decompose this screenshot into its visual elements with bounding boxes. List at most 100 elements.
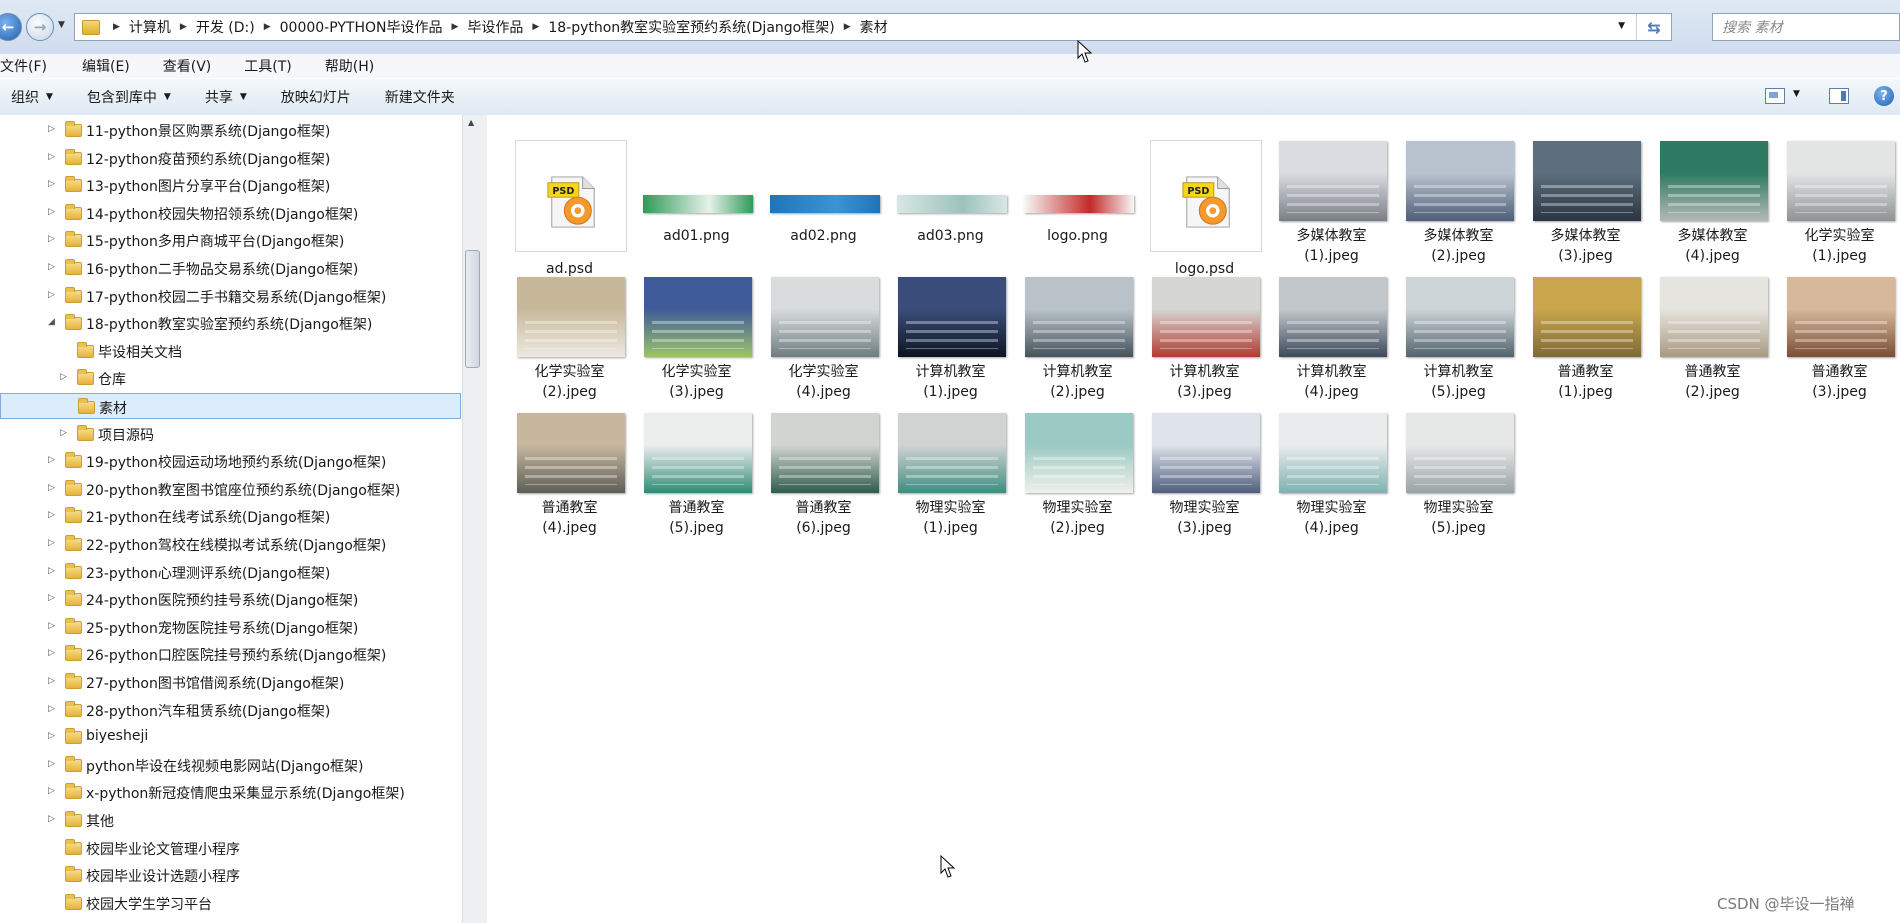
expand-arrow-icon[interactable]: ▷ xyxy=(48,483,55,493)
tree-item[interactable]: ▷ 19-python校园运动场地预约系统(Django框架) xyxy=(0,448,460,474)
photo-file[interactable]: 计算机教室 (1).jpeg xyxy=(887,263,1014,400)
menu-item[interactable]: 工具(T) xyxy=(244,56,299,76)
tree-item[interactable]: ▷ 25-python宠物医院挂号系统(Django框架) xyxy=(0,614,460,640)
photo-file[interactable]: 物理实验室 (3).jpeg xyxy=(1141,399,1268,536)
photo-file[interactable]: 化学实验室 (2).jpeg xyxy=(506,263,633,400)
tree-item[interactable]: 校园毕业论文管理小程序 xyxy=(0,835,460,861)
photo-file[interactable]: 普通教室 (5).jpeg xyxy=(633,399,760,536)
photo-file[interactable]: 普通教室 (6).jpeg xyxy=(760,399,887,536)
tree-item[interactable]: ▷ python毕设在线视频电影网站(Django框架) xyxy=(0,752,460,778)
photo-file[interactable]: 多媒体教室 (1).jpeg xyxy=(1268,127,1395,264)
scroll-up-icon[interactable]: ▲ xyxy=(468,118,474,127)
tree-item[interactable]: ▷ 16-python二手物品交易系统(Django框架) xyxy=(0,255,460,281)
tree-item[interactable]: ▷ 20-python教室图书馆座位预约系统(Django框架) xyxy=(0,476,460,502)
expand-arrow-icon[interactable]: ▷ xyxy=(48,786,55,796)
chevron-right-icon[interactable]: ▶ xyxy=(452,22,459,32)
toolbar-button[interactable]: 共享 ▼ xyxy=(205,87,247,107)
expand-arrow-icon[interactable]: ▷ xyxy=(60,428,67,438)
tree-item[interactable]: ▷ 13-python图片分享平台(Django框架) xyxy=(0,172,460,198)
back-button[interactable]: ← xyxy=(0,13,22,41)
image-file[interactable]: ad02.png xyxy=(760,127,887,257)
toolbar-button[interactable]: 组织 ▼ xyxy=(11,87,53,107)
menu-item[interactable]: 编辑(E) xyxy=(82,56,138,76)
scrollbar-thumb[interactable] xyxy=(465,250,480,368)
photo-file[interactable]: 普通教室 (1).jpeg xyxy=(1522,263,1649,400)
preview-pane-button[interactable] xyxy=(1829,88,1849,104)
expand-arrow-icon[interactable]: ▷ xyxy=(48,262,55,272)
change-view-button[interactable] xyxy=(1765,88,1785,104)
photo-file[interactable]: 化学实验室 (4).jpeg xyxy=(760,263,887,400)
expand-arrow-icon[interactable]: ▷ xyxy=(48,621,55,631)
tree-item[interactable]: ▷ 15-python多用户商城平台(Django框架) xyxy=(0,227,460,253)
chevron-right-icon[interactable]: ▶ xyxy=(180,22,187,32)
photo-file[interactable]: 计算机教室 (3).jpeg xyxy=(1141,263,1268,400)
breadcrumb-item[interactable]: ▶ 计算机 xyxy=(104,17,171,37)
photo-file[interactable]: 多媒体教室 (4).jpeg xyxy=(1649,127,1776,264)
chevron-right-icon[interactable]: ▶ xyxy=(532,22,539,32)
toolbar-button[interactable]: 新建文件夹 xyxy=(385,87,455,107)
expand-arrow-icon[interactable]: ▷ xyxy=(48,124,55,134)
forward-button[interactable]: → xyxy=(26,13,54,41)
expand-arrow-icon[interactable]: ▷ xyxy=(48,179,55,189)
tree-item[interactable]: ▷ 11-python景区购票系统(Django框架) xyxy=(0,117,460,143)
tree-item[interactable]: ▷ 12-python疫苗预约系统(Django框架) xyxy=(0,145,460,171)
photo-file[interactable]: 计算机教室 (4).jpeg xyxy=(1268,263,1395,400)
psd-file[interactable]: PSD ad.psd xyxy=(506,127,633,283)
photo-file[interactable]: 物理实验室 (1).jpeg xyxy=(887,399,1014,536)
photo-file[interactable]: 物理实验室 (4).jpeg xyxy=(1268,399,1395,536)
image-file[interactable]: logo.png xyxy=(1014,127,1141,257)
photo-file[interactable]: 普通教室 (4).jpeg xyxy=(506,399,633,536)
chevron-down-icon[interactable]: ▼ xyxy=(1618,21,1625,31)
breadcrumb-item[interactable]: ▶ 开发 (D:) xyxy=(171,17,255,37)
photo-file[interactable]: 多媒体教室 (2).jpeg xyxy=(1395,127,1522,264)
breadcrumb-item[interactable]: ▶ 18-python教室实验室预约系统(Django框架) xyxy=(523,17,834,37)
refresh-button[interactable]: ⇆ xyxy=(1636,14,1671,40)
expand-arrow-icon[interactable]: ▷ xyxy=(48,704,55,714)
photo-file[interactable]: 物理实验室 (5).jpeg xyxy=(1395,399,1522,536)
chevron-right-icon[interactable]: ▶ xyxy=(844,22,851,32)
chevron-right-icon[interactable]: ▶ xyxy=(113,22,120,32)
expand-arrow-icon[interactable]: ▷ xyxy=(48,510,55,520)
photo-file[interactable]: 物理实验室 (2).jpeg xyxy=(1014,399,1141,536)
tree-item[interactable]: ◢ 18-python教室实验室预约系统(Django框架) xyxy=(0,310,460,336)
expand-arrow-icon[interactable]: ▷ xyxy=(48,234,55,244)
expand-arrow-icon[interactable]: ▷ xyxy=(48,566,55,576)
photo-file[interactable]: 普通教室 (3).jpeg xyxy=(1776,263,1900,400)
tree-item[interactable]: ▷ x-python新冠疫情爬虫采集显示系统(Django框架) xyxy=(0,779,460,805)
toolbar-button[interactable]: 包含到库中 ▼ xyxy=(87,87,171,107)
tree-item[interactable]: 素材 xyxy=(0,393,461,419)
breadcrumb[interactable]: ▶ 计算机 ▶ 开发 (D:) ▶ 00000-PYTHON毕设作品 ▶ 毕设作品 ▶ 18-py… xyxy=(74,13,1672,41)
expand-arrow-icon[interactable]: ▷ xyxy=(48,814,55,824)
tree-item[interactable]: ▷ 26-python口腔医院挂号预约系统(Django框架) xyxy=(0,641,460,667)
breadcrumb-item[interactable]: ▶ 00000-PYTHON毕设作品 xyxy=(255,17,443,37)
tree-item[interactable]: ▷ 17-python校园二手书籍交易系统(Django框架) xyxy=(0,283,460,309)
tree-item[interactable]: 校园毕业设计选题小程序 xyxy=(0,862,460,888)
expand-arrow-icon[interactable]: ▷ xyxy=(48,731,55,741)
image-file[interactable]: ad03.png xyxy=(887,127,1014,257)
view-options-dropdown[interactable]: ▼ xyxy=(1793,89,1800,99)
expand-arrow-icon[interactable]: ▷ xyxy=(48,759,55,769)
breadcrumb-item[interactable]: ▶ 素材 xyxy=(835,17,888,37)
tree-item[interactable]: ▷ 14-python校园失物招领系统(Django框架) xyxy=(0,200,460,226)
tree-item[interactable]: ▷ biyesheji xyxy=(0,724,460,750)
expand-arrow-icon[interactable]: ▷ xyxy=(48,207,55,217)
recent-pages-dropdown[interactable]: ▼ xyxy=(58,20,65,30)
expand-arrow-icon[interactable]: ▷ xyxy=(48,152,55,162)
expand-arrow-icon[interactable]: ▷ xyxy=(48,593,55,603)
tree-item[interactable]: ▷ 24-python医院预约挂号系统(Django框架) xyxy=(0,586,460,612)
tree-item[interactable]: ▷ 仓库 xyxy=(0,365,460,391)
expand-arrow-icon[interactable]: ▷ xyxy=(48,538,55,548)
expanded-arrow-icon[interactable]: ◢ xyxy=(48,317,55,327)
breadcrumb-item[interactable]: ▶ 毕设作品 xyxy=(443,17,524,37)
expand-arrow-icon[interactable]: ▷ xyxy=(48,676,55,686)
tree-item[interactable]: 毕设相关文档 xyxy=(0,338,460,364)
photo-file[interactable]: 计算机教室 (2).jpeg xyxy=(1014,263,1141,400)
menu-item[interactable]: 文件(F) xyxy=(0,56,55,76)
photo-file[interactable]: 普通教室 (2).jpeg xyxy=(1649,263,1776,400)
tree-item[interactable]: ▷ 23-python心理测评系统(Django框架) xyxy=(0,559,460,585)
photo-file[interactable]: 多媒体教室 (3).jpeg xyxy=(1522,127,1649,264)
expand-arrow-icon[interactable]: ▷ xyxy=(48,648,55,658)
expand-arrow-icon[interactable]: ▷ xyxy=(60,372,67,382)
tree-item[interactable]: ▷ 22-python驾校在线模拟考试系统(Django框架) xyxy=(0,531,460,557)
tree-item[interactable]: ▷ 27-python图书馆借阅系统(Django框架) xyxy=(0,669,460,695)
